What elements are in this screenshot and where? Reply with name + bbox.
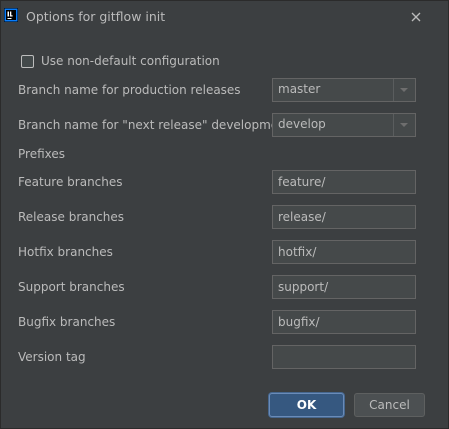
development-branch-value: develop xyxy=(278,117,326,131)
close-icon xyxy=(411,12,421,22)
production-branch-combo[interactable]: master xyxy=(272,78,416,102)
support-branches-field[interactable] xyxy=(272,275,416,299)
bugfix-branches-field[interactable] xyxy=(272,310,416,334)
hotfix-branches-field[interactable] xyxy=(272,240,416,264)
cancel-button[interactable]: Cancel xyxy=(354,393,425,417)
development-branch-combo[interactable]: develop xyxy=(272,113,416,137)
bugfix-branches-label: Bugfix branches xyxy=(18,315,116,329)
gitflow-init-dialog: Options for gitflow init Use non-default… xyxy=(0,0,449,429)
release-branches-label: Release branches xyxy=(18,210,125,224)
title-bar[interactable]: Options for gitflow init xyxy=(1,1,448,33)
version-tag-field[interactable] xyxy=(272,345,416,369)
version-tag-label: Version tag xyxy=(18,350,86,364)
feature-branches-field[interactable] xyxy=(272,170,416,194)
close-button[interactable] xyxy=(406,7,426,27)
chevron-down-icon xyxy=(400,123,408,127)
release-branches-field[interactable] xyxy=(272,205,416,229)
production-branch-label: Branch name for production releases xyxy=(18,83,241,97)
chevron-down-icon xyxy=(400,88,408,92)
support-branches-label: Support branches xyxy=(18,280,125,294)
use-non-default-checkbox-row[interactable]: Use non-default configuration xyxy=(21,53,220,69)
production-branch-dropdown-button[interactable] xyxy=(393,79,415,101)
dialog-title: Options for gitflow init xyxy=(26,9,166,24)
production-branch-value: master xyxy=(278,82,321,96)
use-non-default-label: Use non-default configuration xyxy=(41,54,220,68)
ok-button[interactable]: OK xyxy=(269,393,344,417)
feature-branches-label: Feature branches xyxy=(18,175,123,189)
hotfix-branches-label: Hotfix branches xyxy=(18,245,113,259)
development-branch-label: Branch name for "next release" developme… xyxy=(18,118,291,132)
prefixes-section-label: Prefixes xyxy=(18,147,66,161)
use-non-default-checkbox[interactable] xyxy=(21,54,34,68)
development-branch-dropdown-button[interactable] xyxy=(393,114,415,136)
intellij-icon xyxy=(4,8,18,22)
